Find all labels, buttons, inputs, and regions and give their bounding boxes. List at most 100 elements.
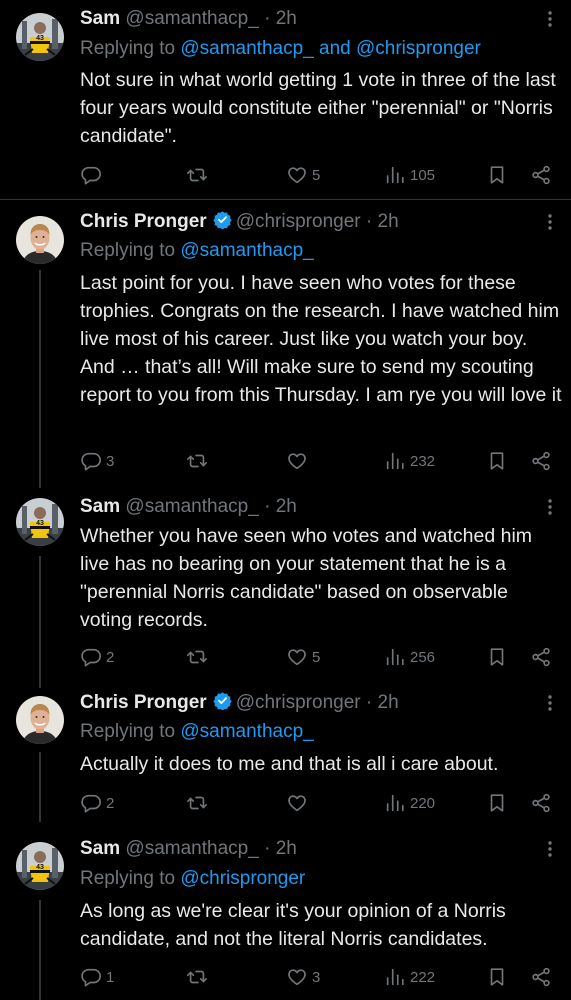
like-icon [286,450,308,472]
mention-link[interactable]: @chrispronger [356,38,481,59]
views-button[interactable]: 232 [384,449,435,473]
tweet[interactable]: Chris Pronger @chrispronger · 2h Replying… [0,200,571,488]
author-name[interactable]: Sam [80,496,120,517]
replying-to: Replying to @samanthacp_ and @chrisprong… [80,35,481,63]
verified-badge-icon [213,691,232,710]
author-name[interactable]: Chris Pronger [80,692,207,713]
avatar[interactable] [16,696,64,744]
retweet-button[interactable] [186,645,212,669]
bookmark-button[interactable] [486,791,508,815]
more-icon[interactable] [541,10,559,28]
like-button[interactable] [286,791,312,815]
views-count: 105 [410,166,436,184]
like-button[interactable] [286,449,312,473]
views-count: 232 [410,452,436,470]
tweet[interactable]: Sam @samanthacp_ · 2h Replying to @chris… [0,830,571,1000]
replying-to-label: Replying to [80,868,181,889]
like-button[interactable]: 5 [286,163,320,187]
views-count: 256 [410,648,436,666]
action-bar: 5 105 [80,163,560,187]
mention-link[interactable]: @samanthacp_ [180,38,313,59]
mention-link[interactable]: @samanthacp_ [180,240,313,261]
share-icon [530,164,552,186]
tweet[interactable]: Sam @samanthacp_ · 2h Whether you have s… [0,488,571,684]
tweet[interactable]: Sam @samanthacp_ · 2h Replying to @saman… [0,0,571,200]
replying-to-label: Replying to [80,240,181,261]
bookmark-button[interactable] [486,163,508,187]
reply-button[interactable] [80,163,106,187]
bookmark-button[interactable] [486,449,508,473]
retweet-button[interactable] [186,449,212,473]
more-icon[interactable] [541,213,559,231]
mention-link[interactable]: @samanthacp_ [180,721,313,742]
retweet-button[interactable] [186,163,212,187]
bookmark-icon [486,450,508,472]
action-bar: 1 3 222 [80,965,560,989]
action-bar: 2 5 256 [80,645,560,669]
views-button[interactable]: 105 [384,163,435,187]
tweet-text: Actually it does to me and that is all i… [80,753,499,775]
separator-dot: · [264,496,271,517]
avatar[interactable] [16,842,64,890]
like-count: 5 [312,166,321,184]
share-button[interactable] [530,163,552,187]
author-handle[interactable]: @chrispronger [236,211,361,232]
retweet-icon [186,164,208,186]
reply-count: 2 [106,648,115,666]
reply-icon [80,646,102,668]
mention-link[interactable]: @chrispronger [180,868,305,889]
share-button[interactable] [530,965,552,989]
bookmark-button[interactable] [486,965,508,989]
author-name[interactable]: Sam [80,838,120,859]
tweet-header: Sam @samanthacp_ · 2h [80,836,297,862]
views-icon [384,792,406,814]
author-name[interactable]: Sam [80,8,120,29]
author-handle[interactable]: @samanthacp_ [125,838,258,859]
retweet-button[interactable] [186,965,212,989]
retweet-button[interactable] [186,791,212,815]
tweet-text: Last point for you. I have seen who vote… [80,272,562,406]
replying-to: Replying to @samanthacp_ [80,237,314,265]
views-button[interactable]: 222 [384,965,435,989]
like-count: 3 [312,968,321,986]
more-icon[interactable] [541,694,559,712]
timestamp[interactable]: 2h [276,496,297,517]
reply-button[interactable]: 2 [80,645,114,669]
author-name[interactable]: Chris Pronger [80,211,207,232]
share-icon [530,792,552,814]
like-button[interactable]: 3 [286,965,320,989]
reply-button[interactable]: 2 [80,791,114,815]
more-icon[interactable] [541,840,559,858]
reply-icon [80,966,102,988]
author-handle[interactable]: @samanthacp_ [125,8,258,29]
retweet-icon [186,450,208,472]
tweet-header: Chris Pronger @chrispronger · 2h [80,209,399,235]
reply-button[interactable]: 1 [80,965,114,989]
retweet-icon [186,792,208,814]
author-handle[interactable]: @chrispronger [236,692,361,713]
views-button[interactable]: 256 [384,645,435,669]
timestamp[interactable]: 2h [276,8,297,29]
tweet[interactable]: Chris Pronger @chrispronger · 2h Replying… [0,684,571,830]
bookmark-icon [486,966,508,988]
share-button[interactable] [530,791,552,815]
avatar[interactable] [16,13,64,61]
author-handle[interactable]: @samanthacp_ [125,496,258,517]
reply-icon [80,792,102,814]
share-button[interactable] [530,645,552,669]
timestamp[interactable]: 2h [378,692,399,713]
views-icon [384,450,406,472]
like-button[interactable]: 5 [286,645,320,669]
avatar[interactable] [16,498,64,546]
bookmark-button[interactable] [486,645,508,669]
timestamp[interactable]: 2h [276,838,297,859]
reply-button[interactable]: 3 [80,449,114,473]
timestamp[interactable]: 2h [378,211,399,232]
replying-to-label: Replying to [80,38,181,59]
more-icon[interactable] [541,498,559,516]
avatar[interactable] [16,216,64,264]
views-button[interactable]: 220 [384,791,435,815]
tweet-header: Sam @samanthacp_ · 2h [80,6,297,32]
replying-to: Replying to @chrispronger [80,865,305,893]
share-button[interactable] [530,449,552,473]
